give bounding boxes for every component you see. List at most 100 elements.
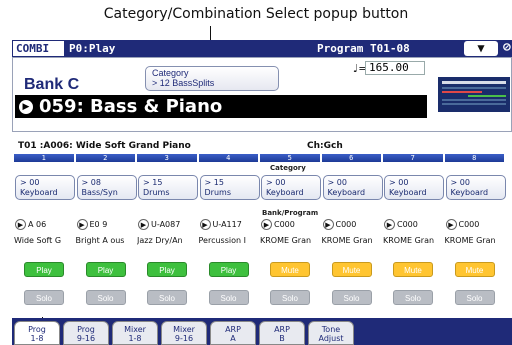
program-name: Jazz Dry/An [137,236,183,245]
category-select-button[interactable]: > 15 Drums [199,175,260,200]
bank-program-select[interactable]: ▶ U-A117 [199,219,262,231]
bank-program-select[interactable]: ▶ C000 [384,219,446,231]
track-number-header: 1 [14,154,74,162]
mute-button[interactable]: Mute [393,262,433,277]
solo-button[interactable]: Solo [270,290,310,305]
bank-program-select[interactable]: ▶ U-A087 [138,219,200,231]
page-menu-button[interactable]: ▼ [464,41,498,56]
page-tabs: Prog 1-8 Prog 9-16 Mixer 1-8 Mixer 9-16 ARP A ARP B… [12,318,512,345]
solo-button[interactable]: Solo [147,290,187,305]
tab-label-line1: Mixer [124,325,146,334]
bank-program-value: C000 [274,220,295,229]
category-select-button[interactable]: > 15 Drums [138,175,198,200]
category-name: Keyboard [389,188,427,197]
solo-button[interactable]: Solo [24,290,64,305]
play-button[interactable]: Play [85,262,126,277]
solo-button[interactable]: Solo [85,290,126,305]
bank-program-value: U-A117 [212,220,242,229]
tab-arp-a[interactable]: ARP A [210,321,256,345]
category-select-button[interactable]: > 00 Keyboard [261,175,321,200]
solo-button[interactable]: Solo [454,290,495,305]
track-number-header: 6 [321,154,381,162]
track-number-header: 2 [75,154,135,162]
solo-button[interactable]: Solo [208,290,249,305]
selected-track-info: T01 :A006: Wide Soft Grand Piano [18,141,191,151]
bank-program-select[interactable]: ▶ A 06 [15,219,77,231]
chevron-right-icon: ▶ [19,100,33,114]
category-name: Bass/Syn [81,188,118,197]
chevron-right-icon: ▶ [76,219,88,230]
tab-label-line1: ARP [225,325,241,334]
program-name: KROME Gran [260,236,312,245]
callout-label: Category/Combination Select popup button [103,6,409,22]
bank-program-value: U-A087 [151,220,181,229]
solo-button[interactable]: Solo [331,290,372,305]
chevron-right-icon: ▶ [445,219,457,230]
mute-button[interactable]: Mute [331,262,372,277]
combination-name[interactable]: ▶ 059: Bass & Piano [15,95,427,118]
mute-button[interactable]: Mute [454,262,495,277]
category-select-button[interactable]: Category > 12 BassSplits [145,66,279,91]
program-name: KROME Gran [444,236,496,245]
category-section-label: Category [270,164,306,172]
bank-program-select[interactable]: ▶ E0 9 [76,219,139,231]
tab-prog-916[interactable]: Prog 9-16 [63,321,109,345]
track-number-header: 3 [137,154,197,162]
category-number: > 15 [143,178,163,187]
chevron-right-icon: ▶ [199,219,211,230]
tab-label-line1: Prog [77,325,95,334]
tab-label-line2: 9-16 [174,334,194,343]
combination-info-panel: Bank C Category > 12 BassSplits ♩= 165.0… [12,57,512,132]
program-name: Percussion I [198,236,246,245]
program-name: Bright A ous [75,236,125,245]
chevron-right-icon: ▶ [322,219,334,230]
tab-tone-adjust[interactable]: Tone Adjust [308,321,354,345]
tab-label-line2: B [279,334,285,343]
category-number: > 15 [204,178,224,187]
category-select-button[interactable]: > 00 Keyboard [445,175,506,200]
bank-program-value: C000 [335,220,357,229]
category-select-button[interactable]: > 00 Keyboard [15,175,75,200]
program-name: KROME Gran [383,236,435,245]
category-number: > 00 [450,178,470,187]
category-select-button[interactable]: > 00 Keyboard [384,175,444,200]
tab-label-line1: ARP [274,325,290,334]
category-select-button[interactable]: > 00 Keyboard [322,175,383,200]
tab-label-line2: 1-8 [30,334,44,343]
category-select-button[interactable]: > 08 Bass/Syn [76,175,137,200]
bank-program-value: E0 9 [89,220,108,229]
track-number-header: 4 [198,154,258,162]
solo-button[interactable]: Solo [393,290,433,305]
tab-label-line2: 9-16 [76,334,96,343]
track-number-header: 5 [260,154,320,162]
lock-icon[interactable]: ⊘ [503,40,511,55]
chevron-right-icon: ▶ [138,219,149,230]
play-button[interactable]: Play [147,262,187,277]
category-number: > 00 [20,178,40,187]
category-name: Drums [204,188,231,197]
bank-program-select[interactable]: ▶ C000 [261,219,323,231]
program-name: Wide Soft G [14,236,62,245]
tab-mixer-18[interactable]: Mixer 1-8 [112,321,158,345]
mute-button[interactable]: Mute [270,262,310,277]
tab-label-line2: Adjust [318,334,344,343]
tab-label-line1: Tone [321,325,341,334]
program-range: Program T01-08 [317,42,410,55]
chevron-right-icon: ▶ [15,219,26,230]
tab-mixer-916[interactable]: Mixer 9-16 [161,321,207,345]
bank-program-value: C000 [458,220,480,229]
category-number: > 00 [327,178,347,187]
tempo-field[interactable]: 165.00 [365,61,425,75]
track-panel: T01 :A006: Wide Soft Grand Piano Ch:Gch … [12,137,512,317]
chevron-right-icon: ▶ [261,219,272,230]
bank-program-select[interactable]: ▶ C000 [322,219,385,231]
play-button[interactable]: Play [24,262,64,277]
bank-program-value: A 06 [28,220,47,229]
tab-prog-18[interactable]: Prog 1-8 [14,321,60,345]
category-name: Keyboard [450,188,489,197]
play-button[interactable]: Play [208,262,249,277]
combination-name-text: 059: Bass & Piano [39,96,223,117]
tab-arp-b[interactable]: ARP B [259,321,305,345]
category-number: > 00 [389,178,409,187]
bank-program-select[interactable]: ▶ C000 [445,219,508,231]
